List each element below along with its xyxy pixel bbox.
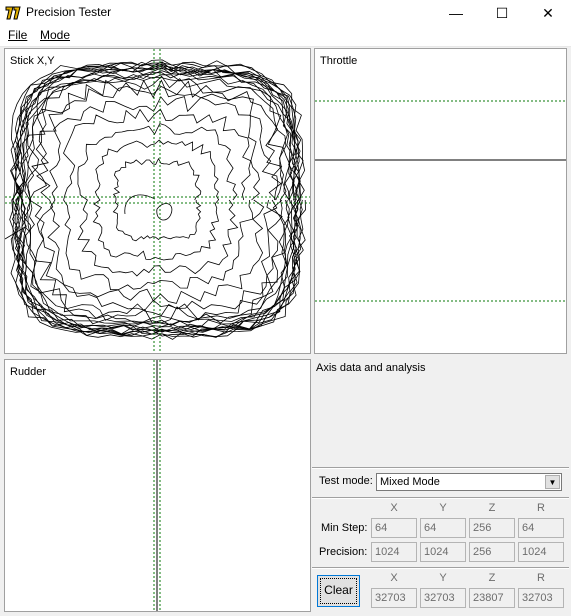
stats-header-y: Y (439, 502, 447, 514)
throttle-label: Throttle (320, 55, 358, 67)
stick-xy-label: Stick X,Y (10, 55, 55, 67)
analysis-area: Axis data and analysis (311, 356, 570, 468)
min-step-r: 64 (518, 518, 564, 538)
menu-mode-label: Mode (40, 28, 71, 42)
precision-label: Precision: (319, 546, 368, 558)
stats-header-z: Z (488, 502, 496, 514)
min-step-label: Min Step: (321, 522, 368, 534)
menu-file[interactable]: File (8, 28, 27, 42)
minimize-button[interactable]: — (433, 0, 479, 26)
menu-file-label: File (8, 28, 28, 42)
menu-bar: File Mode (0, 26, 571, 47)
min-step-z: 256 (469, 518, 515, 538)
raw-y: 32703 (420, 588, 466, 608)
precision-z: 256 (469, 542, 515, 562)
min-step-x: 64 (371, 518, 417, 538)
precision-r: 1024 (518, 542, 564, 562)
menu-mode[interactable]: Mode (40, 28, 70, 42)
chevron-down-icon[interactable]: ▼ (545, 475, 560, 489)
divider (312, 567, 569, 569)
stick-xy-panel: Stick X,Y (4, 48, 311, 354)
stick-trace-6 (14, 66, 300, 334)
stick-xy-plot (5, 49, 310, 353)
analysis-label: Axis data and analysis (316, 362, 426, 374)
divider (312, 497, 569, 499)
minimize-icon: — (449, 5, 463, 21)
stick-trace-center (124, 194, 173, 221)
rudder-panel: Rudder (4, 359, 311, 612)
stick-trace-18 (77, 123, 239, 277)
throttle-panel: Throttle (314, 48, 567, 354)
stick-trace-15 (36, 85, 279, 311)
title-bar: Precision Tester — ☐ ✕ (0, 0, 571, 26)
focus-ring (320, 578, 357, 604)
maximize-button[interactable]: ☐ (479, 0, 525, 26)
close-button[interactable]: ✕ (525, 0, 571, 26)
stick-trace-17 (63, 108, 254, 291)
close-icon: ✕ (542, 5, 554, 21)
min-step-y: 64 (420, 518, 466, 538)
app-icon (4, 4, 22, 22)
test-mode-select[interactable]: Mixed Mode ▼ (376, 473, 562, 491)
raw-x: 32703 (371, 588, 417, 608)
raw-header-x: X (390, 572, 398, 584)
divider (312, 467, 569, 469)
rudder-plot (153, 360, 161, 611)
stats-header-x: X (390, 502, 398, 514)
maximize-icon: ☐ (495, 5, 509, 21)
precision-x: 1024 (371, 542, 417, 562)
stick-trace-7 (15, 67, 299, 333)
stats-header-r: R (537, 502, 545, 514)
stick-trace-20 (112, 157, 202, 242)
precision-y: 1024 (420, 542, 466, 562)
raw-header-y: Y (439, 572, 447, 584)
clear-button[interactable]: Clear (317, 575, 360, 607)
raw-header-z: Z (488, 572, 496, 584)
window-title: Precision Tester (26, 5, 112, 19)
stick-trace-19 (92, 139, 220, 261)
throttle-plot (315, 100, 566, 302)
test-mode-label: Test mode: (319, 475, 373, 487)
rudder-label: Rudder (10, 366, 47, 378)
raw-header-r: R (537, 572, 545, 584)
stick-trace-14 (28, 79, 283, 321)
raw-z: 23807 (469, 588, 515, 608)
stick-trace-8 (17, 68, 296, 331)
raw-r: 32703 (518, 588, 564, 608)
test-mode-value: Mixed Mode (380, 476, 440, 488)
